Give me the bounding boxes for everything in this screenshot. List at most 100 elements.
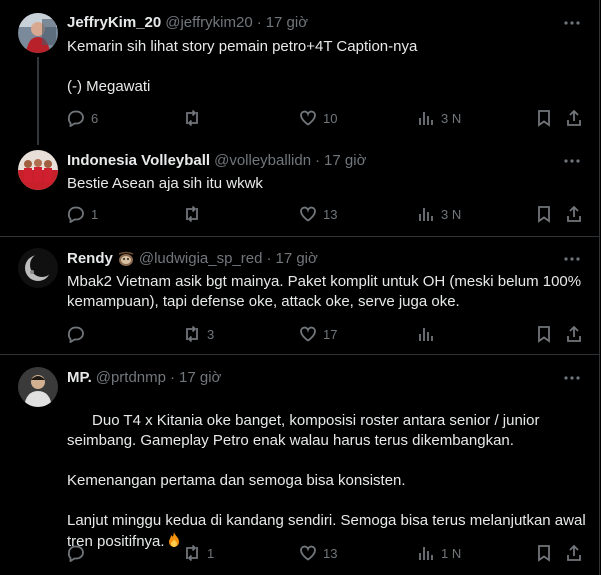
display-name[interactable]: MP. <box>67 368 92 388</box>
tweet[interactable]: Indonesia Volleyball @volleyballidn · 17… <box>0 140 600 236</box>
like-icon <box>300 326 316 342</box>
share-button[interactable] <box>565 108 583 128</box>
tweet-header: Rendy @ludwigia_sp_red · 17 giờ <box>67 249 318 269</box>
repost-icon <box>186 544 198 562</box>
views-count: 3 N <box>441 206 462 222</box>
views-button[interactable]: 1 N <box>417 543 461 563</box>
bookmark-button[interactable] <box>535 543 553 563</box>
like-icon <box>300 206 316 222</box>
views-icon <box>419 328 433 341</box>
tweet[interactable]: JeffryKim_20 @jeffrykim20 · 17 giờ Kemar… <box>0 0 600 145</box>
timestamp[interactable]: 17 giờ <box>179 368 221 388</box>
like-count: 13 <box>323 545 338 561</box>
timeline: JeffryKim_20 @jeffrykim20 · 17 giờ Kemar… <box>0 0 600 575</box>
like-button[interactable]: 13 <box>299 543 337 563</box>
tweet-header: Indonesia Volleyball @volleyballidn · 17… <box>67 151 366 171</box>
share-icon <box>567 109 581 126</box>
reply-button[interactable] <box>67 543 91 563</box>
bookmark-icon <box>538 326 550 343</box>
more-icon[interactable] <box>562 368 582 388</box>
tweet-actions: 6 10 3 N <box>67 108 587 128</box>
reply-icon <box>67 206 84 223</box>
like-count: 13 <box>323 206 338 222</box>
like-count: 17 <box>323 326 338 342</box>
display-name[interactable]: Rendy <box>67 249 113 269</box>
avatar[interactable] <box>18 150 58 190</box>
reply-icon <box>67 110 84 127</box>
repost-icon <box>186 109 198 127</box>
reply-button[interactable]: 1 <box>67 204 98 224</box>
like-icon <box>300 545 316 561</box>
repost-button[interactable] <box>183 204 207 224</box>
share-icon <box>567 205 581 222</box>
repost-button[interactable]: 3 <box>183 324 214 344</box>
user-handle[interactable]: @volleyballidn <box>214 151 311 171</box>
reply-count: 1 <box>91 206 99 222</box>
timestamp[interactable]: 17 giờ <box>266 13 308 33</box>
repost-icon <box>186 325 198 343</box>
like-count: 10 <box>323 110 338 126</box>
sloth-emoji <box>118 251 134 266</box>
share-icon <box>567 325 581 342</box>
tweet-actions: 1 13 1 N <box>67 543 587 563</box>
tweet-text: Kemarin sih lihat story pemain petro+4T … <box>67 38 418 95</box>
separator-dot: · <box>266 250 272 267</box>
like-icon <box>300 110 316 126</box>
user-handle[interactable]: @ludwigia_sp_red <box>139 249 263 269</box>
user-handle[interactable]: @prtdnmp <box>96 368 166 388</box>
reply-button[interactable]: 6 <box>67 108 98 128</box>
views-count: 1 N <box>441 545 462 561</box>
tweet-text: Mbak2 Vietnam asik bgt mainya. Paket kom… <box>67 273 586 310</box>
tweet-text: Bestie Asean aja sih itu wkwk <box>67 175 263 192</box>
share-button[interactable] <box>565 204 583 224</box>
views-icon <box>419 112 433 125</box>
tweet-header: MP. @prtdnmp · 17 giờ <box>67 368 221 388</box>
like-button[interactable]: 13 <box>299 204 337 224</box>
display-name[interactable]: JeffryKim_20 <box>67 13 161 33</box>
timestamp[interactable]: 17 giờ <box>275 249 317 269</box>
display-name[interactable]: Indonesia Volleyball <box>67 151 210 171</box>
avatar[interactable] <box>18 367 58 407</box>
like-button[interactable]: 10 <box>299 108 337 128</box>
separator-dot: · <box>170 369 175 386</box>
separator-dot: · <box>315 152 321 169</box>
reply-count: 6 <box>91 110 99 126</box>
reply-icon <box>67 326 84 343</box>
bookmark-button[interactable] <box>535 108 553 128</box>
bookmark-icon <box>538 110 550 127</box>
tweet-actions: 3 17 <box>67 324 587 344</box>
views-button[interactable]: 3 N <box>417 204 461 224</box>
share-button[interactable] <box>565 543 583 563</box>
views-icon <box>419 208 433 221</box>
views-button[interactable] <box>417 324 441 344</box>
timestamp[interactable]: 17 giờ <box>324 151 366 171</box>
share-button[interactable] <box>565 324 583 344</box>
views-button[interactable]: 3 N <box>417 108 461 128</box>
reply-icon <box>67 545 84 562</box>
share-icon <box>567 544 581 561</box>
more-icon[interactable] <box>562 249 582 269</box>
avatar[interactable] <box>18 248 58 288</box>
repost-count: 1 <box>207 545 215 561</box>
repost-button[interactable]: 1 <box>183 543 214 563</box>
thread-line <box>37 57 39 145</box>
tweet-actions: 1 13 3 N <box>67 204 587 224</box>
repost-button[interactable] <box>183 108 207 128</box>
user-handle[interactable]: @jeffrykim20 <box>165 13 252 33</box>
bookmark-button[interactable] <box>535 324 553 344</box>
bookmark-button[interactable] <box>535 204 553 224</box>
separator-dot: · <box>256 14 262 31</box>
bookmark-icon <box>538 206 550 223</box>
repost-count: 3 <box>207 326 215 342</box>
tweet-header: JeffryKim_20 @jeffrykim20 · 17 giờ <box>67 13 308 33</box>
more-icon[interactable] <box>562 151 582 171</box>
bookmark-icon <box>538 545 550 562</box>
tweet[interactable]: Rendy @ludwigia_sp_red · 17 giờ Mbak2 Vi… <box>0 237 600 354</box>
like-button[interactable]: 17 <box>299 324 337 344</box>
views-icon <box>419 547 433 560</box>
reply-button[interactable] <box>67 324 91 344</box>
tweet[interactable]: MP. @prtdnmp · 17 giờ Duo T4 x Kitania o… <box>0 355 600 575</box>
avatar[interactable] <box>18 13 58 53</box>
more-icon[interactable] <box>562 13 582 33</box>
views-count: 3 N <box>441 110 462 126</box>
